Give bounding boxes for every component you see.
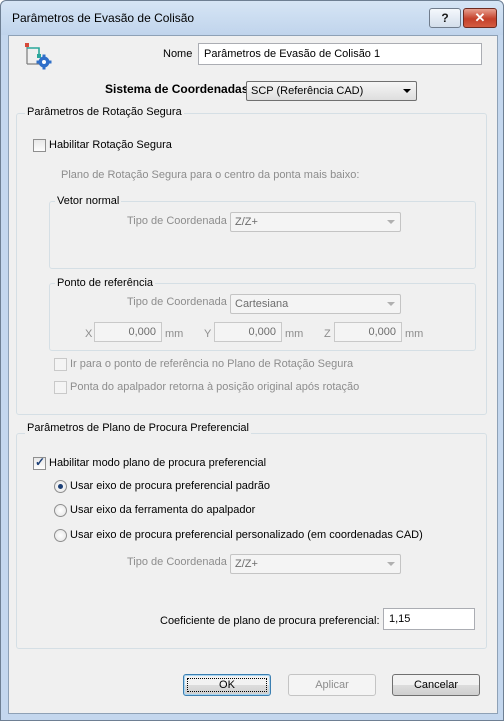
apply-button[interactable]: Aplicar: [288, 674, 376, 696]
radio-default-axis-label: Usar eixo de procura preferencial padrão: [70, 480, 270, 492]
cancel-button[interactable]: Cancelar: [392, 674, 480, 696]
z-coordinate-input[interactable]: 0,000: [334, 322, 402, 342]
return-original-label: Ponta do apalpador retorna à posição ori…: [70, 381, 360, 393]
return-original-checkbox[interactable]: [54, 381, 67, 394]
x-coordinate-input[interactable]: 0,000: [94, 322, 162, 342]
normal-vector-coord-type-value: Z/Z+: [235, 216, 258, 228]
reference-point-coord-type-label: Tipo de Coordenada: [127, 296, 227, 308]
radio-tool-axis-label: Usar eixo da ferramenta do apalpador: [70, 504, 256, 516]
reference-point-group-title: Ponto de referência: [55, 277, 156, 289]
coefficient-label: Coeficiente de plano de procura preferen…: [160, 615, 380, 627]
window-title: Parâmetros de Evasão de Colisão: [12, 11, 195, 25]
x-unit-label: mm: [165, 328, 184, 340]
dialog-window: Parâmetros de Evasão de Colisão ? ✕ Nome…: [0, 0, 504, 721]
goto-reference-checkbox[interactable]: [54, 358, 67, 371]
title-bar[interactable]: Parâmetros de Evasão de Colisão ? ✕: [1, 1, 503, 35]
chevron-down-icon: [403, 89, 411, 93]
chevron-down-icon: [387, 220, 395, 224]
radio-default-axis[interactable]: [54, 480, 67, 493]
axes-gear-icon: [25, 43, 52, 70]
y-coordinate-input[interactable]: 0,000: [214, 322, 282, 342]
ok-button[interactable]: OK: [183, 674, 271, 696]
focus-indicator: [187, 678, 267, 692]
dialog-content: Nome Parâmetros de Evasão de Colisão 1 S…: [8, 35, 498, 714]
x-label: X: [85, 328, 93, 340]
z-label: Z: [324, 328, 331, 340]
chevron-down-icon: [387, 562, 395, 566]
help-button[interactable]: ?: [429, 8, 461, 28]
close-button[interactable]: ✕: [463, 8, 497, 28]
chevron-down-icon: [387, 302, 395, 306]
name-input[interactable]: Parâmetros de Evasão de Colisão 1: [198, 43, 482, 65]
goto-reference-label: Ir para o ponto de referência no Plano d…: [70, 358, 354, 370]
coordinate-system-value: SCP (Referência CAD): [251, 85, 364, 97]
preferred-coord-type-value: Z/Z+: [235, 558, 258, 570]
radio-selected-dot: [58, 484, 63, 489]
radio-tool-axis[interactable]: [54, 504, 67, 517]
normal-vector-group-title: Vetor normal: [55, 195, 122, 207]
y-unit-label: mm: [285, 328, 304, 340]
z-unit-label: mm: [405, 328, 424, 340]
coordinate-system-label: Sistema de Coordenadas: [105, 82, 249, 96]
normal-vector-coord-type-label: Tipo de Coordenada: [127, 215, 227, 227]
enable-preferred-plane-checkbox[interactable]: ✓: [33, 455, 46, 470]
coordinate-system-select[interactable]: SCP (Referência CAD): [246, 81, 417, 101]
preferred-coord-type-select[interactable]: Z/Z+: [230, 554, 401, 574]
reference-point-coord-type-value: Cartesiana: [235, 298, 289, 310]
preferred-plane-group-title: Parâmetros de Plano de Procura Preferenc…: [25, 422, 251, 434]
safe-rotation-group-title: Parâmetros de Rotação Segura: [25, 106, 184, 118]
radio-custom-axis-label: Usar eixo de procura preferencial person…: [70, 529, 423, 541]
y-label: Y: [204, 328, 212, 340]
radio-custom-axis[interactable]: [54, 529, 67, 542]
coefficient-input[interactable]: 1,15: [383, 608, 475, 630]
enable-preferred-plane-label: Habilitar modo plano de procura preferen…: [49, 457, 267, 469]
safe-rotation-plane-text: Plano de Rotação Segura para o centro da…: [61, 169, 360, 181]
reference-point-coord-type-select[interactable]: Cartesiana: [230, 294, 401, 314]
normal-vector-coord-type-select[interactable]: Z/Z+: [230, 212, 401, 232]
checkmark-icon: ✓: [35, 455, 46, 469]
preferred-coord-type-label: Tipo de Coordenada: [127, 556, 227, 568]
enable-safe-rotation-checkbox[interactable]: [33, 139, 46, 152]
name-label: Nome: [163, 48, 193, 60]
enable-safe-rotation-label: Habilitar Rotação Segura: [49, 139, 172, 151]
